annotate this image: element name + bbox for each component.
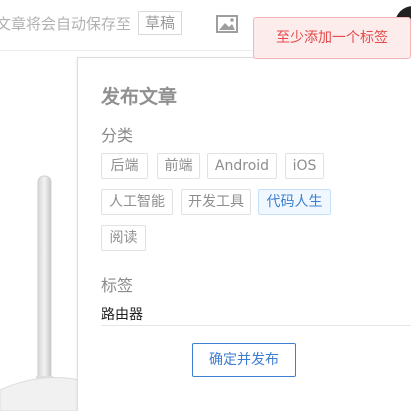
tag-input-value: 路由器 (101, 307, 143, 323)
drafts-button[interactable]: 草稿 (138, 11, 182, 35)
panel-title: 发布文章 (101, 86, 178, 108)
category-label: 分类 (101, 126, 134, 145)
publish-panel: 发布文章 分类 后端 前端 Android iOS 人工智能 开发工具 代码人生… (77, 57, 411, 411)
error-toast: 至少添加一个标签 (253, 17, 411, 59)
category-tag-frontend[interactable]: 前端 (157, 153, 200, 179)
tag-input[interactable]: 路由器 (101, 301, 411, 326)
category-tag-backend[interactable]: 后端 (101, 153, 148, 179)
category-tag-ios[interactable]: iOS (285, 153, 324, 179)
category-tag-reading[interactable]: 阅读 (101, 225, 146, 251)
category-tag-ai[interactable]: 人工智能 (101, 189, 173, 215)
category-tag-code-life[interactable]: 代码人生 (258, 189, 331, 215)
tags-label: 标签 (101, 276, 134, 295)
category-tag-devtools[interactable]: 开发工具 (181, 189, 251, 215)
image-icon[interactable] (216, 15, 238, 33)
category-tag-android[interactable]: Android (207, 153, 277, 179)
autosave-hint: 文章将会自动保存至 (0, 15, 132, 33)
confirm-publish-button[interactable]: 确定并发布 (192, 343, 296, 377)
